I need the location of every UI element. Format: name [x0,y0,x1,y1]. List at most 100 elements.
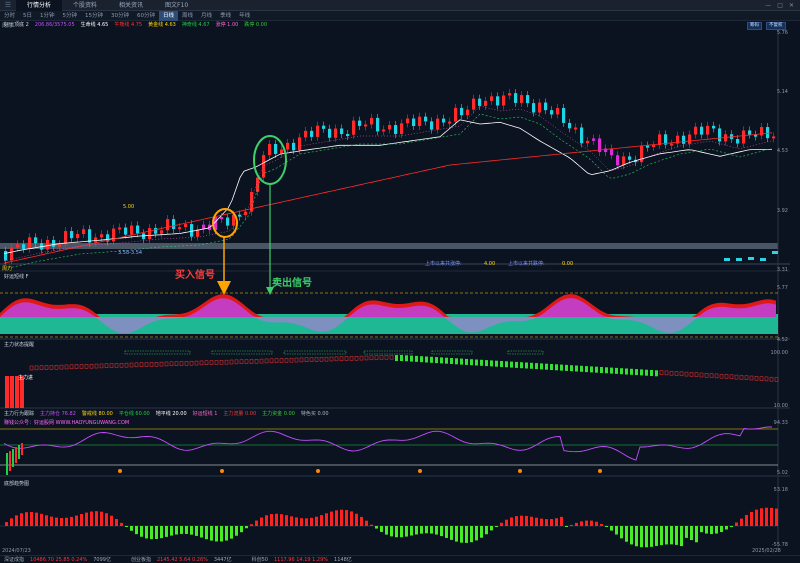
index-status-bar: 深证成指 10486.70 25.85 0.24% 7099亿 创业板指 214… [0,555,800,563]
status-bar [209,360,214,365]
candle [502,95,506,106]
trend-bar [520,515,523,526]
candle [394,125,398,135]
legend-item: 主力流量 0.00 [223,411,257,417]
period-60min[interactable]: 60分钟 [133,11,159,21]
candle [16,244,20,248]
status-bar [114,363,119,368]
period-daily[interactable]: 日线 [159,10,179,21]
trend-bar [40,513,43,526]
candle [742,130,746,144]
panel3-title[interactable]: 主力状态提醒 [4,342,34,348]
trend-bar [175,526,178,535]
status-bar [384,355,389,360]
candle [550,110,554,115]
candle [118,227,122,230]
tab-market-analysis[interactable]: 行情分析 [16,0,63,11]
period-30min[interactable]: 30分钟 [107,11,133,21]
tab-related-news[interactable]: 相关资讯 [108,0,154,11]
status-bar [224,359,229,365]
status-bar [259,358,264,364]
candle [580,127,584,144]
status-bar [34,365,39,371]
index-turnover: 1148亿 [334,557,352,563]
period-weekly[interactable]: 周线 [178,11,197,21]
trend-bar [470,526,473,543]
status-bar [555,364,558,371]
trend-bar [670,526,673,545]
menu-icon[interactable]: ☰ [0,0,16,11]
status-bar [349,356,354,361]
period-5day[interactable]: 5日 [19,11,36,21]
panel2-title[interactable]: 好运短线 F [4,274,28,280]
trend-bar [495,526,498,527]
minimize-icon[interactable]: — [765,2,771,9]
price-label: 3.92 [776,208,788,214]
green-marker-strip [363,350,413,355]
period-monthly[interactable]: 月线 [197,11,216,21]
chart-area[interactable] [0,21,800,555]
trend-bar [735,522,738,526]
period-quarterly[interactable]: 季线 [216,11,235,21]
index-name[interactable]: 科创50 [252,556,268,563]
status-bar [510,361,513,368]
trend-bar [260,517,263,526]
index-name[interactable]: 深证成指 [4,556,24,563]
panel4-title[interactable]: 主力行为跟踪 [4,411,34,417]
main-bottom-corner: 周力 [2,266,13,272]
period-5min[interactable]: 5分钟 [59,11,82,21]
limit-down-count-label: 上市以来共跌停: [508,261,545,267]
small-volume-bar [724,258,730,261]
period-15min[interactable]: 15分钟 [81,11,107,21]
status-bar [470,359,473,366]
period-1min[interactable]: 1分钟 [36,11,59,21]
legend-item: 跌停 0.00 [244,22,268,28]
maximize-icon[interactable]: □ [777,2,783,9]
status-bar [605,367,608,374]
candle [154,228,158,234]
index-name[interactable]: 创业板指 [131,556,151,563]
trend-bar [240,526,243,533]
status-bar [44,365,49,370]
indicator-name[interactable]: 好运顶底 2 [4,22,29,28]
status-bar [194,360,199,366]
legend-item: 主力持仓 76.82 [40,411,76,417]
legend-item: 牛熊线 4.75 [114,22,143,28]
panel5-title[interactable]: 底部趋势图 [4,481,29,487]
status-bar [109,363,114,368]
status-bar [590,366,593,373]
period-intraday[interactable]: 分时 [0,11,19,21]
trend-bar [745,514,748,526]
small-volume-bar [736,258,742,261]
legend-item: 涨停 1.00 [215,22,239,28]
tab-stock-profile[interactable]: 个股资料 [62,0,108,11]
trend-bar [765,507,768,526]
status-bar [500,361,503,367]
candle [448,121,452,124]
trend-bar [285,515,288,526]
tab-f10[interactable]: 图文F10 [154,0,199,11]
close-icon[interactable]: ✕ [789,2,794,9]
status-bar [495,360,498,367]
candle [70,231,74,239]
chips-button[interactable]: 筹码 [747,22,762,30]
candle [58,244,62,247]
candle [322,125,326,129]
price-label: 4.53 [776,148,788,154]
volume-band [0,243,778,249]
panel2-axis-label: 4.52 [776,337,788,343]
status-bar [84,364,89,369]
trend-bar [555,518,558,526]
trend-bar [605,526,608,527]
status-bar [630,368,633,375]
trend-bar [515,516,518,526]
candle [586,140,590,144]
status-bar [679,371,684,377]
trend-bar [615,526,618,535]
period-yearly[interactable]: 年线 [235,11,254,21]
status-bar [759,376,764,381]
status-bar [289,357,294,363]
status-bar [515,361,518,368]
no-adjust-button[interactable]: 不复权 [766,22,786,30]
index-quote: 1117.96 14.19 1.29% [273,556,329,563]
